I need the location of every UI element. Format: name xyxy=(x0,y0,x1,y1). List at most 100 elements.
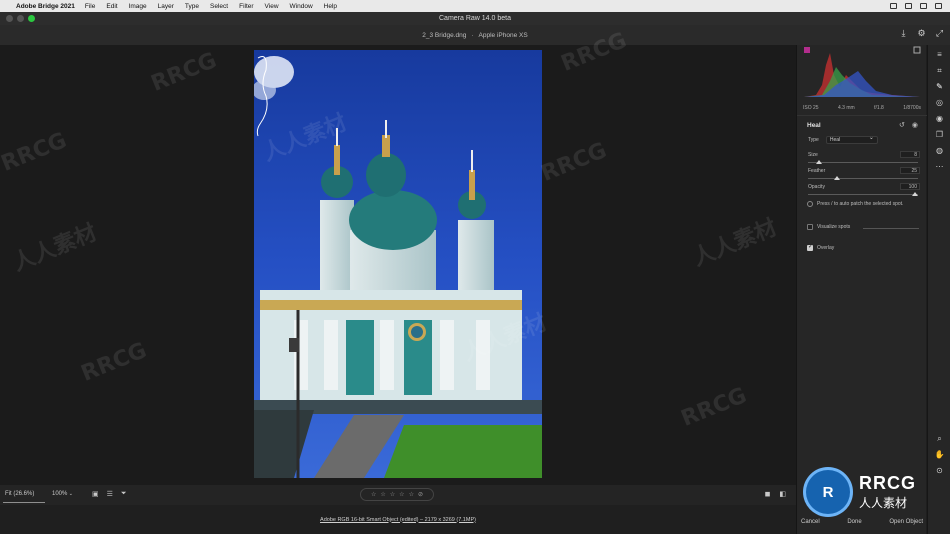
image-canvas[interactable] xyxy=(0,45,796,485)
save-icon[interactable]: ⤓ xyxy=(899,29,908,38)
visualize-spots-row[interactable]: Visualize spots xyxy=(807,224,850,230)
exif-aperture: f/1.8 xyxy=(874,105,884,111)
visibility-eye-icon[interactable]: ◉ xyxy=(912,121,918,129)
type-select[interactable]: Heal xyxy=(825,135,878,144)
opacity-track[interactable] xyxy=(808,194,918,195)
before-after-icon[interactable]: ◧ xyxy=(779,490,786,498)
heal-title: Heal xyxy=(807,122,821,129)
search-icon[interactable] xyxy=(920,3,927,9)
size-label: Size xyxy=(808,152,818,158)
zoom-tool-icon[interactable]: ⌕ xyxy=(934,433,945,444)
file-info-separator: · xyxy=(471,31,474,39)
star-icon[interactable]: ☆ xyxy=(390,491,395,498)
window-controls xyxy=(6,15,35,22)
reset-icon[interactable]: ↺ xyxy=(899,121,905,129)
menubar-status-icons xyxy=(890,3,950,9)
menu-help[interactable]: Help xyxy=(324,3,337,10)
overlay-label: Overlay xyxy=(817,245,835,251)
control-center-icon[interactable] xyxy=(935,3,942,9)
shadow-clipping-icon[interactable] xyxy=(804,47,810,53)
feather-slider[interactable]: Feather 25 xyxy=(808,167,920,180)
exif-shutter: 1/8700s xyxy=(903,105,921,111)
camera-model: Apple iPhone XS xyxy=(478,31,528,39)
top-right-icons: ⤓ ⚙ ⤢ xyxy=(899,29,944,38)
visualize-spots-checkbox[interactable] xyxy=(807,224,813,230)
fullscreen-icon[interactable]: ⤢ xyxy=(935,29,944,38)
settings-gear-icon[interactable]: ⚙ xyxy=(917,29,926,38)
compare-icons: ◼ ◧ xyxy=(765,490,786,498)
close-window-button[interactable] xyxy=(6,15,13,22)
presets-icon[interactable]: ◍ xyxy=(934,145,945,156)
menu-edit[interactable]: Edit xyxy=(106,3,117,10)
type-row: Type Heal xyxy=(808,135,878,144)
rrcg-logo-icon: R xyxy=(803,467,853,517)
photo-preview[interactable] xyxy=(254,50,542,478)
menu-select[interactable]: Select xyxy=(210,3,228,10)
masking-icon[interactable]: ◎ xyxy=(934,97,945,108)
crop-tool-icon[interactable]: ⌗ xyxy=(934,65,945,76)
menu-layer[interactable]: Layer xyxy=(158,3,174,10)
fit-underline xyxy=(3,502,45,503)
snapshots-icon[interactable]: ❐ xyxy=(934,129,945,140)
edit-tool-icon[interactable]: ≡ xyxy=(934,49,945,60)
logo-text-small: 人人素材 xyxy=(859,496,908,510)
opacity-label: Opacity xyxy=(808,184,825,190)
wifi-icon[interactable] xyxy=(905,3,912,9)
star-icon[interactable]: ☆ xyxy=(399,491,404,498)
size-slider[interactable]: Size 8 xyxy=(808,151,920,164)
healing-brush-icon[interactable]: ✎ xyxy=(934,81,945,92)
opacity-slider[interactable]: Opacity 100 xyxy=(808,183,920,196)
size-track[interactable] xyxy=(808,162,918,163)
star-icon[interactable]: ☆ xyxy=(371,491,376,498)
menu-filter[interactable]: Filter xyxy=(239,3,253,10)
reject-icon[interactable]: ⊘ xyxy=(418,491,423,498)
feather-label: Feather xyxy=(808,168,826,174)
rrcg-logo-text: RRCG 人人素材 xyxy=(859,473,916,511)
menu-image[interactable]: Image xyxy=(129,3,147,10)
exif-focal: 4.3 mm xyxy=(837,105,855,111)
star-rating[interactable]: ☆ ☆ ☆ ☆ ☆ ⊘ xyxy=(360,488,434,501)
window-title-bar: Camera Raw 14.0 beta xyxy=(0,12,950,25)
menu-app-name[interactable]: Adobe Bridge 2021 xyxy=(16,3,75,10)
view-icons: ▣ ☰ ⏷ xyxy=(92,490,127,498)
church-photo xyxy=(254,50,542,478)
filter-icon[interactable]: ⏷ xyxy=(121,490,127,498)
workflow-options-bar: Adobe RGB 16-bit Smart Object (edited) –… xyxy=(0,505,796,534)
zoom-window-button[interactable] xyxy=(28,15,35,22)
opacity-thumb[interactable] xyxy=(912,192,918,196)
sort-icon[interactable]: ☰ xyxy=(107,490,113,498)
menu-bar: Adobe Bridge 2021 File Edit Image Layer … xyxy=(0,0,950,12)
size-thumb[interactable] xyxy=(816,160,823,164)
opacity-value[interactable]: 100 xyxy=(900,183,920,190)
red-eye-icon[interactable]: ◉ xyxy=(934,113,945,124)
menu-window[interactable]: Window xyxy=(290,3,313,10)
tool-strip: ≡ ⌗ ✎ ◎ ◉ ❐ ◍ ⋯ ⌕ ✋ ⊙ xyxy=(927,45,950,534)
size-value[interactable]: 8 xyxy=(900,151,920,158)
hand-tool-icon[interactable]: ✋ xyxy=(934,449,945,460)
zoom-level-select[interactable]: 100% xyxy=(52,491,73,497)
feather-thumb[interactable] xyxy=(834,176,840,180)
overlay-checkbox[interactable] xyxy=(807,243,813,251)
heal-header-icons: ↺ ◉ xyxy=(899,121,918,129)
battery-icon[interactable] xyxy=(890,3,897,9)
minimize-window-button[interactable] xyxy=(17,15,24,22)
info-icon xyxy=(807,201,813,207)
visualize-spots-label: Visualize spots xyxy=(817,224,851,230)
image-icon[interactable]: ▣ xyxy=(92,490,99,498)
edit-panel: ISO 25 4.3 mm f/1.8 1/8700s Heal ↺ ◉ Typ… xyxy=(796,45,927,534)
more-icon[interactable]: ⋯ xyxy=(934,161,945,172)
visualize-spots-slider[interactable] xyxy=(863,228,919,229)
exif-iso: ISO 25 xyxy=(803,105,819,111)
workflow-options-link[interactable]: Adobe RGB 16-bit Smart Object (edited) –… xyxy=(320,517,476,523)
fit-zoom-button[interactable]: Fit (26.6%) xyxy=(5,491,34,497)
menu-view[interactable]: View xyxy=(265,3,279,10)
overlay-row[interactable]: Overlay xyxy=(807,243,835,251)
single-view-icon[interactable]: ◼ xyxy=(765,490,771,498)
file-name: 2_3 Bridge.dng xyxy=(422,31,467,39)
star-icon[interactable]: ☆ xyxy=(409,491,414,498)
feather-value[interactable]: 25 xyxy=(900,167,920,174)
star-icon[interactable]: ☆ xyxy=(380,491,385,498)
menu-type[interactable]: Type xyxy=(185,3,199,10)
feather-track[interactable] xyxy=(808,178,918,179)
menu-file[interactable]: File xyxy=(85,3,95,10)
